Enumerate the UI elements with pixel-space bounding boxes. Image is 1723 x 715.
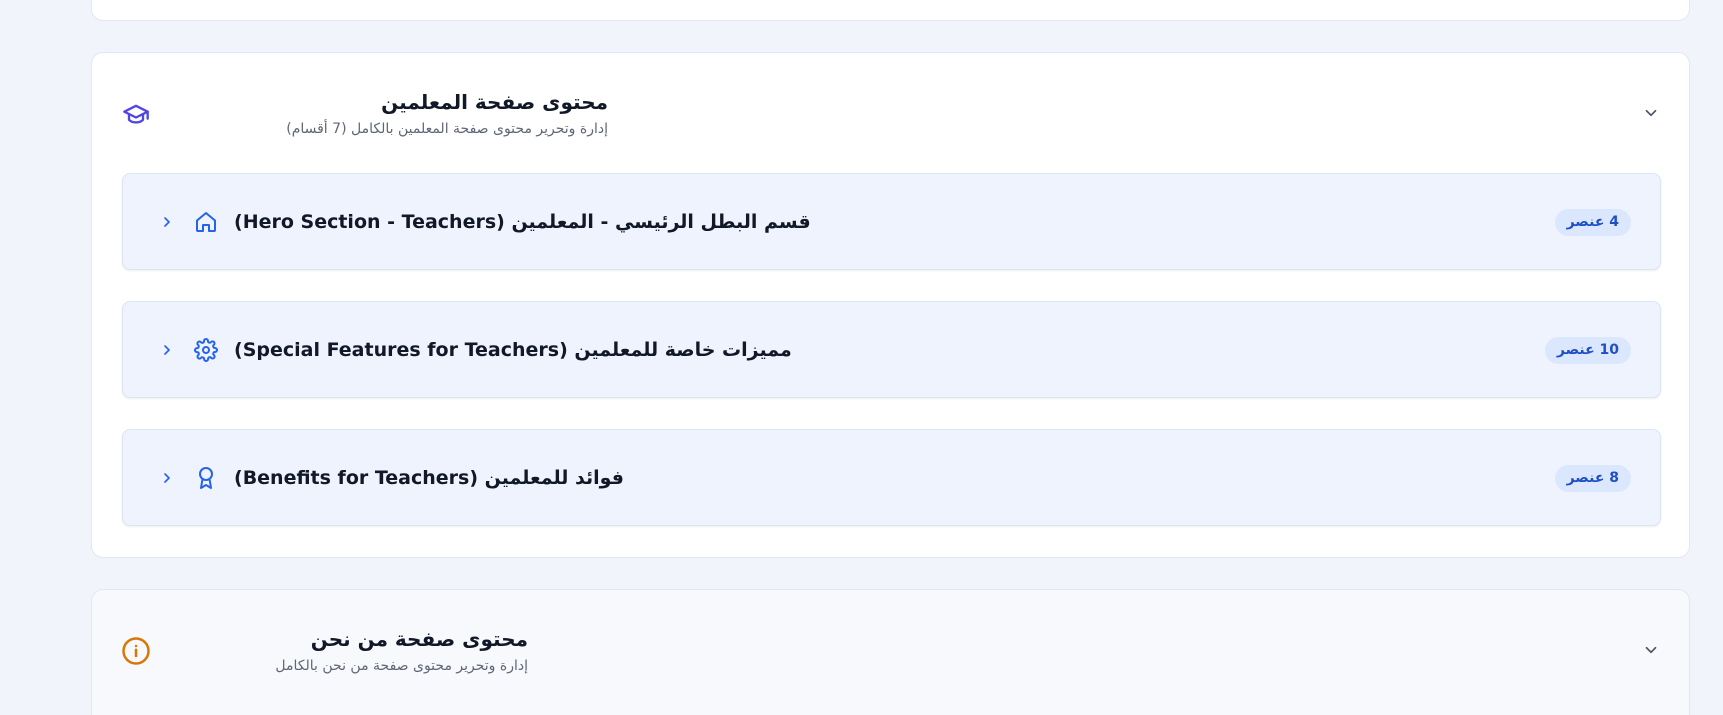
teachers-card-title: محتوى صفحة المعلمين <box>381 90 608 114</box>
about-card-subtitle: إدارة وتحرير محتوى صفحة من نحن بالكامل <box>275 658 528 674</box>
item-count-badge: 4 عنصر <box>1554 209 1631 236</box>
about-content-card: محتوى صفحة من نحن إدارة وتحرير محتوى صفح… <box>91 589 1690 715</box>
item-count-badge: 10 عنصر <box>1544 337 1631 364</box>
award-icon <box>193 465 219 491</box>
teachers-card-subtitle: إدارة وتحرير محتوى صفحة المعلمين بالكامل… <box>286 121 608 137</box>
item-count-badge: 8 عنصر <box>1554 465 1631 492</box>
about-card-header[interactable]: محتوى صفحة من نحن إدارة وتحرير محتوى صفح… <box>92 590 1689 710</box>
gear-icon <box>193 337 219 363</box>
section-title: قسم البطل الرئيسي - المعلمين (Hero Secti… <box>234 211 811 233</box>
page: محتوى صفحة المعلمين إدارة وتحرير محتوى ص… <box>0 0 1723 715</box>
home-icon <box>193 209 219 235</box>
about-card-title: محتوى صفحة من نحن <box>310 627 528 651</box>
section-special-features[interactable]: مميزات خاصة للمعلمين (Special Features f… <box>122 301 1661 398</box>
section-hero-teachers[interactable]: قسم البطل الرئيسي - المعلمين (Hero Secti… <box>122 173 1661 270</box>
chevron-right-icon[interactable] <box>157 338 177 362</box>
teachers-card-header[interactable]: محتوى صفحة المعلمين إدارة وتحرير محتوى ص… <box>92 53 1689 173</box>
teachers-content-card: محتوى صفحة المعلمين إدارة وتحرير محتوى ص… <box>91 52 1690 558</box>
section-benefits-teachers[interactable]: فوائد للمعلمين (Benefits for Teachers) 8… <box>122 429 1661 526</box>
graduation-cap-icon <box>120 99 152 129</box>
previous-card <box>91 0 1690 21</box>
section-title: مميزات خاصة للمعلمين (Special Features f… <box>234 339 792 361</box>
chevron-down-icon[interactable] <box>1638 637 1664 663</box>
chevron-right-icon[interactable] <box>157 466 177 490</box>
info-icon <box>120 636 152 666</box>
about-card-heading: محتوى صفحة من نحن إدارة وتحرير محتوى صفح… <box>168 624 528 677</box>
chevron-right-icon[interactable] <box>157 210 177 234</box>
chevron-down-icon[interactable] <box>1638 100 1664 126</box>
section-title: فوائد للمعلمين (Benefits for Teachers) <box>234 467 624 489</box>
teachers-card-heading: محتوى صفحة المعلمين إدارة وتحرير محتوى ص… <box>168 87 608 140</box>
